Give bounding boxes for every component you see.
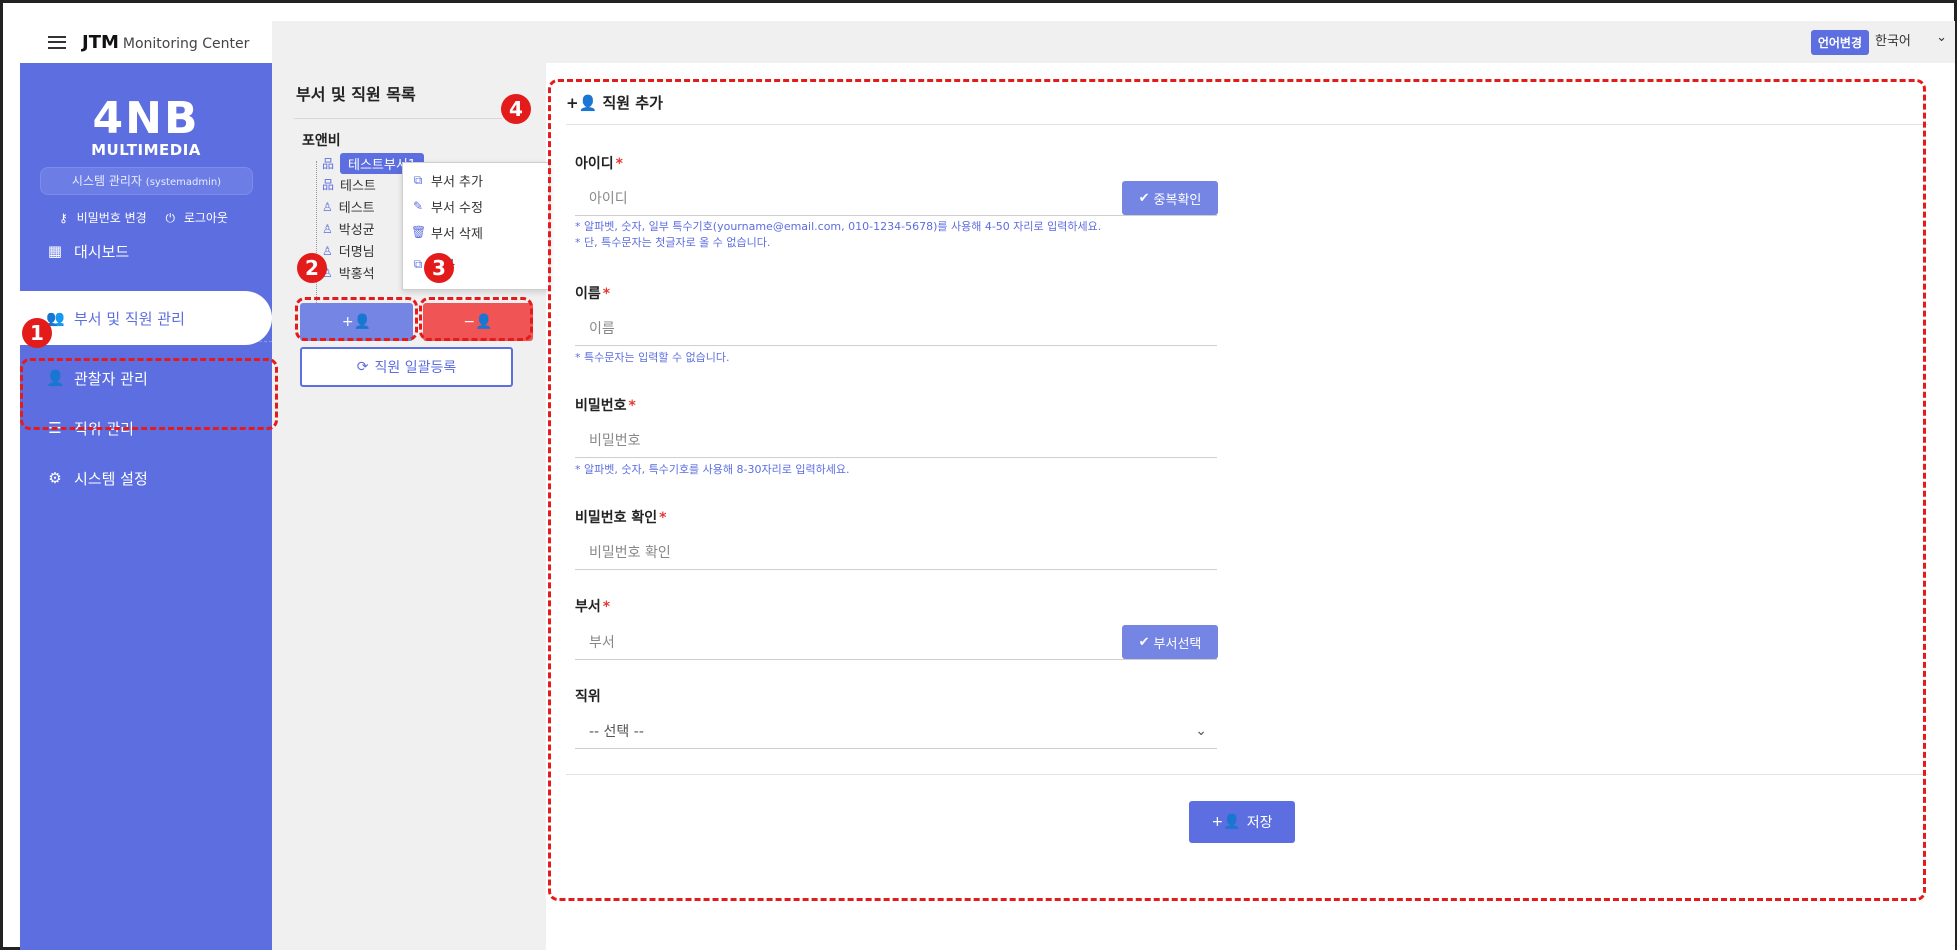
user-icon: ♙ (322, 221, 333, 236)
gear-icon: ⚙ (48, 469, 62, 487)
menu-item-label: 부서 추가 (431, 174, 483, 190)
sidebar-item-dept-staff[interactable]: 👥 부서 및 직원 관리 (20, 291, 272, 345)
divider (294, 118, 502, 119)
logout-link[interactable]: ⏻ 로그아웃 (166, 211, 233, 225)
sidebar-item-label: 대시보드 (74, 242, 130, 261)
user-icon: ♙ (322, 243, 333, 258)
tree-node-label: 박홍석 (338, 267, 375, 282)
app-title: JTM Monitoring Center (82, 32, 249, 53)
annotation-box-1 (20, 358, 278, 430)
user-role-badge: 시스템 관리자 (systemadmin) (40, 167, 253, 195)
refresh-icon: ⟳ (356, 359, 369, 375)
logo-sub: MULTIMEDIA (91, 141, 201, 159)
chevron-down-icon: ⌄ (1936, 30, 1947, 45)
menu-item-label: 부서 수정 (431, 200, 483, 216)
language-selected-value: 한국어 (1875, 34, 1911, 49)
bulk-register-label: 직원 일괄등록 (374, 360, 457, 376)
department-icon: 品 (322, 178, 335, 192)
sidebar-item-settings[interactable]: ⚙ 시스템 설정 (20, 458, 272, 498)
dashboard-icon: ▦ (47, 242, 63, 260)
company-logo: 4NB MULTIMEDIA (76, 93, 216, 160)
user-icon: ♙ (322, 199, 333, 214)
tree-node-dept[interactable]: 品 테스트 (322, 175, 376, 194)
logo-main: 4NB (92, 93, 200, 144)
language-change-button[interactable]: 언어변경 (1810, 30, 1869, 55)
app-subtitle: Monitoring Center (122, 35, 250, 52)
tree-panel-title: 부서 및 직원 목록 (296, 85, 416, 104)
annotation-box-2 (295, 297, 418, 341)
logout-label: 로그아웃 (183, 211, 228, 225)
add-icon: ⧉ (413, 256, 423, 271)
tree-node-label: 테스트 (338, 201, 375, 216)
sidebar: 4NB MULTIMEDIA 시스템 관리자 (systemadmin) ⚷ 비… (20, 63, 272, 950)
role-name: 시스템 관리자 (71, 174, 142, 188)
top-bar: JTM Monitoring Center 언어변경 한국어 ⌄ (20, 21, 1955, 63)
add-icon: ⧉ (413, 172, 423, 187)
language-select[interactable]: 한국어 ⌄ (1875, 30, 1947, 49)
tree-node-label: 박성균 (338, 223, 375, 238)
tree-node-label: 더명님 (338, 245, 375, 260)
tree-node-label: 테스트 (340, 179, 376, 194)
sidebar-item-label: 시스템 설정 (74, 469, 148, 488)
change-password-link[interactable]: ⚷ 비밀번호 변경 (59, 211, 152, 225)
hamburger-menu-icon[interactable] (48, 35, 66, 49)
tree-root-node[interactable]: 포앤비 (302, 130, 341, 150)
annotation-box-4 (548, 79, 1926, 901)
sidebar-item-label: 부서 및 직원 관리 (74, 309, 185, 328)
annotation-badge-3: 3 (424, 253, 454, 283)
menu-item-label: 부서 삭제 (431, 226, 483, 242)
brand-area: JTM Monitoring Center (20, 21, 272, 63)
bulk-register-button[interactable]: ⟳ 직원 일괄등록 (300, 347, 513, 387)
app-name: JTM (82, 31, 119, 53)
menu-item-delete-dept[interactable]: 🗑 부서 삭제 (403, 219, 549, 245)
annotation-badge-4: 4 (501, 94, 531, 124)
department-icon: 品 (322, 157, 335, 171)
tree-node-user[interactable]: ♙ 더명님 (322, 241, 375, 261)
annotation-badge-2: 2 (297, 253, 327, 283)
tree-node-user[interactable]: ♙ 테스트 (322, 197, 375, 217)
annotation-box-3 (419, 297, 533, 341)
tree-node-user[interactable]: ♙ 박홍석 (322, 263, 375, 283)
sidebar-item-dashboard[interactable]: ▦ 대시보드 (20, 231, 272, 271)
tree-node-user[interactable]: ♙ 박성균 (322, 219, 375, 239)
edit-icon: ✎ (412, 199, 424, 213)
trash-icon: 🗑 (411, 225, 427, 239)
account-links: ⚷ 비밀번호 변경 ⏻ 로그아웃 (20, 209, 272, 226)
role-id: (systemadmin) (145, 177, 222, 188)
change-password-label: 비밀번호 변경 (76, 211, 147, 225)
menu-item-add-dept[interactable]: ⧉ 부서 추가 (403, 167, 549, 193)
menu-item-edit-dept[interactable]: ✎ 부서 수정 (403, 193, 549, 219)
annotation-badge-1: 1 (22, 318, 52, 348)
